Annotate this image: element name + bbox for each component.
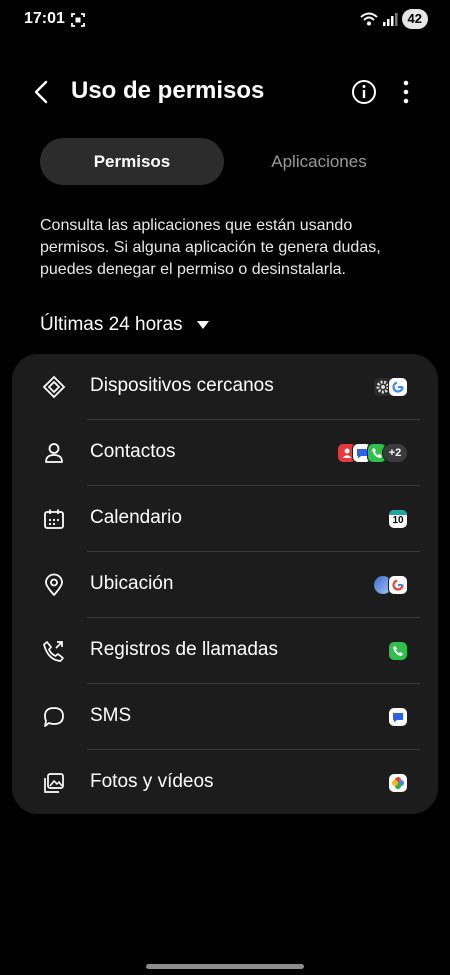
- chat-bubble-icon: [44, 707, 64, 727]
- permission-label: Calendario: [90, 507, 182, 528]
- app-header: Uso de permisos: [0, 68, 450, 116]
- calendar-icon: [44, 509, 64, 529]
- status-bar: 17:01 42: [0, 0, 450, 40]
- more-apps-count: +2: [382, 443, 408, 463]
- permission-row-sms[interactable]: SMS: [12, 684, 438, 750]
- description-text: Consulta las aplicaciones que están usan…: [40, 217, 381, 278]
- permission-row-nearby-devices[interactable]: Dispositivos cercanos: [12, 354, 438, 420]
- info-icon[interactable]: [351, 79, 377, 105]
- call-log-icon: [43, 641, 64, 662]
- nearby-devices-icon: [42, 375, 66, 399]
- permission-row-contacts[interactable]: Contactos +2: [12, 420, 438, 486]
- permission-label: Contactos: [90, 441, 176, 462]
- screenshot-icon: [71, 13, 85, 27]
- calendar-app-icon: 10: [388, 509, 408, 529]
- status-icons: 42: [359, 9, 428, 29]
- app-icons: [388, 707, 408, 727]
- permission-label: SMS: [90, 705, 132, 726]
- permission-row-location[interactable]: Ubicación: [12, 552, 438, 618]
- permission-label: Dispositivos cercanos: [90, 375, 274, 396]
- permission-label: Ubicación: [90, 573, 174, 594]
- permissions-list: Dispositivos cercanos Contactos +2 Calen…: [12, 354, 438, 814]
- app-icons: [373, 575, 408, 595]
- phone-app-icon: [388, 641, 408, 661]
- google-app-icon: [388, 575, 408, 595]
- permission-row-photos-videos[interactable]: Fotos y vídeos: [12, 750, 438, 816]
- permission-row-call-logs[interactable]: Registros de llamadas: [12, 618, 438, 684]
- app-icons: [388, 773, 408, 793]
- more-options-icon[interactable]: [396, 79, 416, 105]
- google-app-icon: [388, 377, 408, 397]
- messages-app-icon: [388, 707, 408, 727]
- app-icons: +2: [337, 443, 408, 463]
- period-dropdown[interactable]: Últimas 24 horas: [40, 314, 209, 336]
- period-label: Últimas 24 horas: [40, 314, 183, 335]
- home-indicator[interactable]: [146, 964, 304, 969]
- back-arrow-icon[interactable]: [28, 78, 56, 106]
- calendar-app-date: 10: [392, 515, 404, 526]
- app-icons: [373, 377, 408, 397]
- permission-label: Registros de llamadas: [90, 639, 278, 660]
- app-icons: 10: [388, 509, 408, 529]
- app-icons: [388, 641, 408, 661]
- page-title: Uso de permisos: [71, 77, 265, 104]
- tab-bar: Permisos Aplicaciones: [40, 138, 410, 185]
- tab-aplicaciones[interactable]: Aplicaciones: [228, 138, 410, 185]
- google-photos-app-icon: [388, 773, 408, 793]
- permission-row-calendar[interactable]: Calendario 10: [12, 486, 438, 552]
- dropdown-caret-icon: [196, 321, 209, 329]
- battery-level: 42: [401, 9, 428, 29]
- location-pin-icon: [45, 573, 63, 596]
- status-time: 17:01: [24, 10, 65, 27]
- tab-permisos[interactable]: Permisos: [40, 138, 224, 185]
- permission-label: Fotos y vídeos: [90, 771, 214, 792]
- person-icon: [45, 443, 63, 463]
- photos-icon: [44, 773, 64, 793]
- wifi-icon: [359, 12, 378, 26]
- signal-icon: [382, 13, 398, 26]
